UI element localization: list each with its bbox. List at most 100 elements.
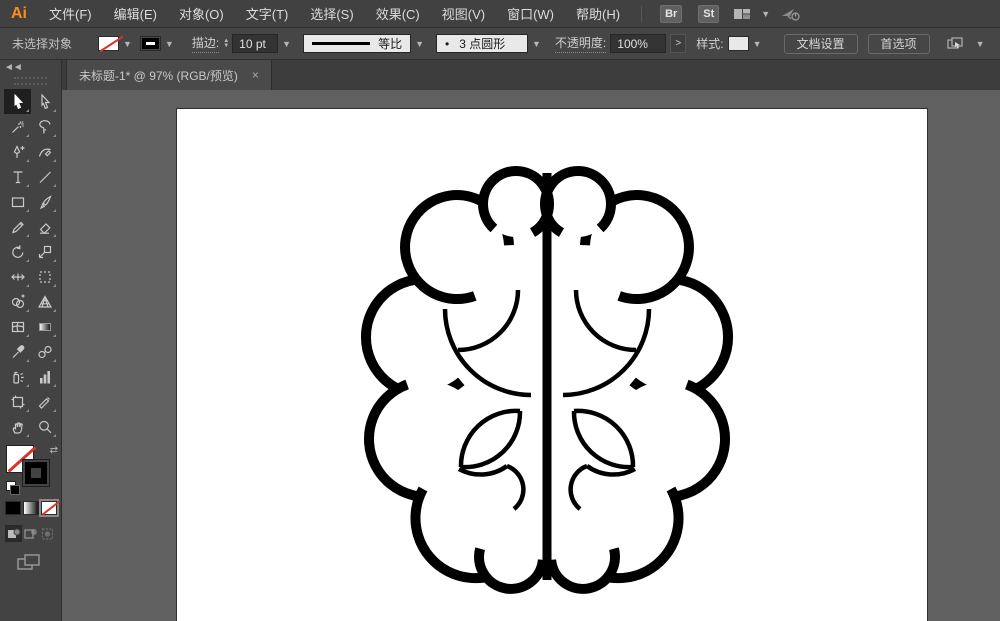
cs-live-icon[interactable] — [780, 6, 802, 22]
tool-artboard[interactable] — [4, 389, 31, 414]
tool-pen[interactable] — [4, 139, 31, 164]
chevron-down-icon[interactable]: ▼ — [528, 39, 545, 49]
tool-pencil[interactable] — [4, 214, 31, 239]
width-profile-select[interactable]: 等比 — [303, 34, 411, 53]
default-fill-stroke-icon[interactable] — [6, 481, 16, 491]
fill-none-swatch[interactable] — [98, 36, 119, 51]
pasteboard[interactable] — [62, 90, 1000, 621]
tool-rotate[interactable] — [4, 239, 31, 264]
tool-width[interactable] — [4, 264, 31, 289]
brush-definition-select[interactable]: • 3 点圆形 — [436, 34, 528, 53]
tool-direct-selection[interactable] — [31, 89, 58, 114]
slice-icon — [37, 394, 53, 410]
chevron-down-icon[interactable]: ▼ — [411, 39, 428, 49]
menu-bar: Ai 文件(F)编辑(E)对象(O)文字(T)选择(S)效果(C)视图(V)窗口… — [0, 0, 1000, 28]
bridge-button[interactable]: Br — [660, 5, 682, 23]
workspace-switcher-icon[interactable] — [733, 7, 751, 21]
tool-mesh[interactable] — [4, 314, 31, 339]
menu-item-0[interactable]: 文件(F) — [38, 0, 103, 28]
direct-selection-icon — [37, 94, 53, 110]
tool-free-transform[interactable] — [31, 264, 58, 289]
eyedropper-icon — [10, 344, 26, 360]
stroke-swatch-black[interactable] — [22, 459, 50, 487]
brush-dot: • — [445, 37, 449, 51]
screen-mode-button[interactable] — [16, 552, 61, 577]
draw-behind-button[interactable] — [22, 525, 39, 542]
menu-item-8[interactable]: 帮助(H) — [565, 0, 631, 28]
drawing-mode-buttons — [5, 525, 61, 542]
swap-fill-stroke-icon[interactable]: ⇄ — [50, 445, 58, 456]
stroke-weight-value[interactable]: 10 pt — [232, 34, 278, 53]
stroke-weight-stepper[interactable]: ▲▼ — [223, 39, 229, 49]
panel-collapse-icon[interactable]: ◄◄ — [0, 60, 61, 75]
zoom-icon — [37, 419, 53, 435]
tool-blend[interactable] — [31, 339, 58, 364]
fill-color-combo[interactable]: ▼ — [98, 36, 136, 51]
menu-item-5[interactable]: 效果(C) — [365, 0, 431, 28]
chevron-down-icon[interactable]: ▼ — [161, 39, 178, 49]
tool-grid — [4, 89, 58, 439]
control-panel-icon[interactable] — [946, 36, 966, 52]
tab-close-icon[interactable]: × — [252, 68, 259, 82]
chevron-down-icon[interactable]: ▼ — [119, 39, 136, 49]
pencil-icon — [10, 219, 26, 235]
gradient-button[interactable] — [23, 501, 39, 515]
menu-item-4[interactable]: 选择(S) — [299, 0, 364, 28]
opacity-expand-button[interactable]: > — [670, 34, 686, 53]
color-button[interactable] — [5, 501, 21, 515]
none-button[interactable] — [41, 501, 57, 515]
style-swatch[interactable] — [728, 36, 749, 51]
document-tab-title: 未标题-1* @ 97% (RGB/预览) — [79, 67, 238, 84]
tool-eyedropper[interactable] — [4, 339, 31, 364]
draw-inside-button[interactable] — [39, 525, 56, 542]
stroke-weight-label[interactable]: 描边: — [192, 34, 219, 53]
tool-gradient[interactable] — [31, 314, 58, 339]
document-tab[interactable]: 未标题-1* @ 97% (RGB/预览) × — [66, 60, 272, 90]
symbol-sprayer-icon — [10, 369, 26, 385]
preferences-button[interactable]: 首选项 — [868, 34, 930, 54]
tool-curvature-pen[interactable] — [31, 139, 58, 164]
blend-icon — [37, 344, 53, 360]
draw-inside-icon — [40, 526, 56, 542]
tool-selection[interactable] — [4, 89, 31, 114]
tool-magic-wand[interactable] — [4, 114, 31, 139]
chevron-down-icon[interactable]: ▼ — [757, 9, 774, 19]
tool-scale[interactable] — [31, 239, 58, 264]
menu-item-3[interactable]: 文字(T) — [235, 0, 300, 28]
menu-item-7[interactable]: 窗口(W) — [496, 0, 565, 28]
menu-item-1[interactable]: 编辑(E) — [103, 0, 168, 28]
scale-icon — [37, 244, 53, 260]
tool-slice[interactable] — [31, 389, 58, 414]
style-combo[interactable]: ▼ — [728, 36, 766, 51]
stroke-color-combo[interactable]: ▼ — [140, 36, 178, 51]
tool-perspective-grid[interactable] — [31, 289, 58, 314]
chevron-down-icon[interactable]: ▼ — [749, 39, 766, 49]
opacity-value[interactable]: 100% — [610, 34, 666, 53]
stroke-black-swatch[interactable] — [140, 36, 161, 51]
menu-item-2[interactable]: 对象(O) — [168, 0, 235, 28]
tool-rectangle[interactable] — [4, 189, 31, 214]
tool-paintbrush[interactable] — [31, 189, 58, 214]
tool-symbol-sprayer[interactable] — [4, 364, 31, 389]
tool-type[interactable] — [4, 164, 31, 189]
menu-items: 文件(F)编辑(E)对象(O)文字(T)选择(S)效果(C)视图(V)窗口(W)… — [38, 0, 631, 28]
chevron-down-icon[interactable]: ▼ — [972, 39, 989, 49]
document-setup-button[interactable]: 文档设置 — [784, 34, 858, 54]
draw-normal-button[interactable] — [5, 525, 22, 542]
tool-hand[interactable] — [4, 414, 31, 439]
brain-artwork — [177, 109, 929, 621]
opacity-label[interactable]: 不透明度: — [555, 34, 606, 53]
stock-button[interactable]: St — [698, 5, 719, 23]
tool-shape-builder[interactable] — [4, 289, 31, 314]
tool-lasso[interactable] — [31, 114, 58, 139]
pen-icon — [10, 144, 26, 160]
tool-line-segment[interactable] — [31, 164, 58, 189]
artboard[interactable] — [176, 108, 928, 621]
tool-column-graph[interactable] — [31, 364, 58, 389]
panel-grip[interactable] — [14, 77, 47, 85]
chevron-down-icon[interactable]: ▼ — [278, 39, 295, 49]
eraser-icon — [37, 219, 53, 235]
tool-zoom[interactable] — [31, 414, 58, 439]
tool-eraser[interactable] — [31, 214, 58, 239]
menu-item-6[interactable]: 视图(V) — [431, 0, 496, 28]
